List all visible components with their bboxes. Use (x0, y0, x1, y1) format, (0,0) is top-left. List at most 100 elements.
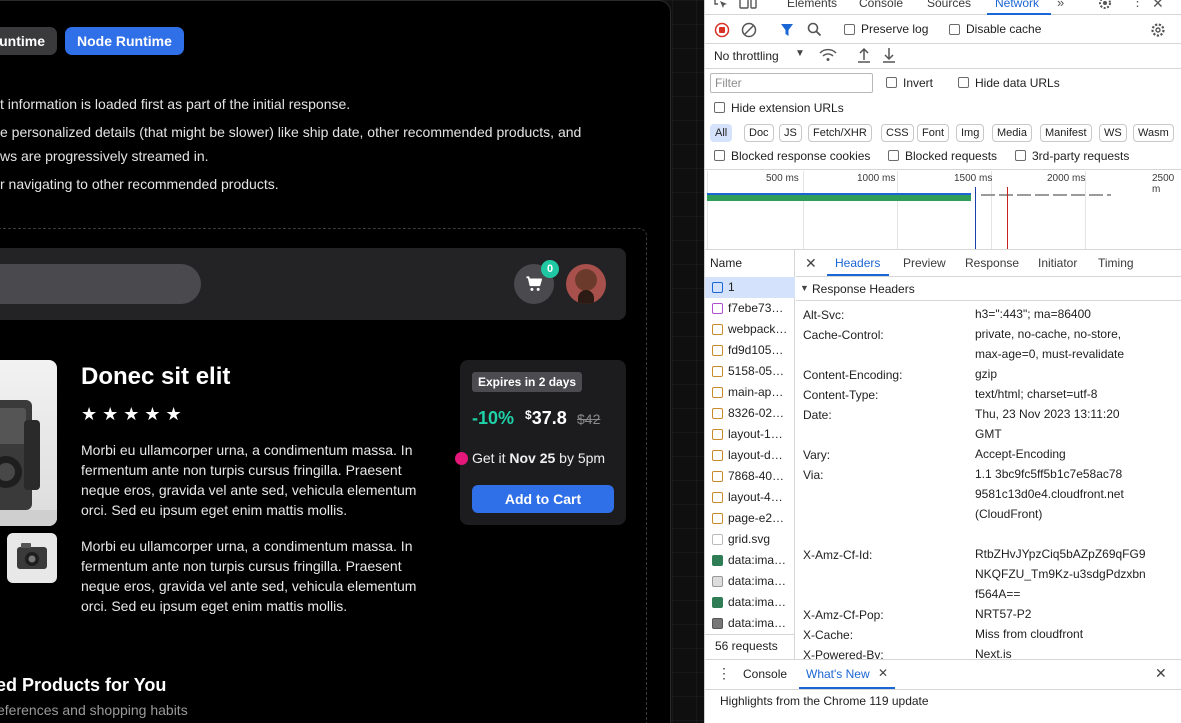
close-drawer-icon[interactable]: ✕ (1155, 665, 1167, 682)
hide-extension-urls-checkbox[interactable] (714, 102, 725, 113)
chip-ws[interactable]: WS (1099, 124, 1127, 142)
chevron-down-icon[interactable]: ▼ (795, 48, 805, 59)
preserve-log-checkbox[interactable] (844, 24, 855, 35)
request-row[interactable]: 5158-05… (705, 361, 795, 382)
whats-new-message: Highlights from the Chrome 119 update (720, 694, 929, 708)
inspect-element-icon[interactable] (713, 0, 729, 10)
invert-checkbox[interactable] (886, 77, 897, 88)
bullet-text: e personalized details (that might be sl… (0, 124, 582, 140)
script-file-icon (712, 450, 723, 461)
blocked-cookies-checkbox[interactable] (714, 150, 725, 161)
script-file-icon (712, 492, 723, 503)
more-tabs-icon[interactable]: » (1057, 0, 1064, 10)
request-name: fd9d105… (728, 343, 784, 357)
tab-elements[interactable]: Elements (787, 0, 837, 10)
request-name: data:ima… (728, 574, 787, 588)
tab-initiator[interactable]: Initiator (1038, 256, 1077, 270)
request-row[interactable]: main-ap… (705, 382, 795, 403)
request-row[interactable]: webpack… (705, 319, 795, 340)
tab-headers[interactable]: Headers (835, 256, 880, 270)
response-headers-section[interactable]: Response Headers (812, 282, 915, 296)
script-file-icon (712, 366, 723, 377)
camera-thumbnail-image (17, 543, 47, 569)
device-toolbar-icon[interactable] (739, 0, 757, 10)
chip-media[interactable]: Media (992, 124, 1032, 142)
section-toggle-icon[interactable]: ▼ (800, 283, 809, 293)
third-party-checkbox[interactable] (1015, 150, 1026, 161)
script-file-icon (712, 408, 723, 419)
network-conditions-icon[interactable] (819, 47, 837, 63)
request-row[interactable]: data:ima… (705, 550, 795, 571)
tab-timing[interactable]: Timing (1098, 256, 1134, 270)
add-to-cart-button[interactable]: Add to Cart (472, 485, 614, 513)
filter-funnel-icon[interactable] (780, 23, 794, 37)
request-row[interactable]: layout-d… (705, 445, 795, 466)
search-input[interactable] (0, 264, 201, 304)
request-row[interactable]: 8326-02… (705, 403, 795, 424)
chip-css[interactable]: CSS (881, 124, 914, 142)
drawer-tab-console[interactable]: Console (743, 667, 787, 681)
record-stop-icon[interactable] (714, 22, 730, 38)
more-options-icon[interactable]: ⋮ (1131, 0, 1144, 10)
tab-response[interactable]: Response (965, 256, 1019, 270)
throttling-select[interactable]: No throttling (714, 49, 779, 63)
request-row[interactable]: 7868-40… (705, 466, 795, 487)
search-icon[interactable] (807, 22, 822, 37)
chip-all[interactable]: All (710, 124, 733, 142)
tab-network[interactable]: Network (995, 0, 1039, 10)
request-row[interactable]: page-e2… (705, 508, 795, 529)
request-row[interactable]: layout-4… (705, 487, 795, 508)
node-runtime-button[interactable]: Node Runtime (65, 27, 184, 55)
status-divider (705, 634, 795, 635)
request-row[interactable]: 1 (705, 277, 795, 298)
product-description: Morbi eu ullamcorper urna, a condimentum… (81, 538, 417, 614)
request-row[interactable]: data:ima… (705, 592, 795, 613)
tab-preview[interactable]: Preview (903, 256, 946, 270)
filter-input[interactable]: Filter (710, 73, 873, 93)
chip-wasm[interactable]: Wasm (1133, 124, 1174, 142)
tab-console[interactable]: Console (859, 0, 903, 10)
chip-img[interactable]: Img (956, 124, 985, 142)
user-avatar[interactable] (566, 264, 606, 304)
close-devtools-icon[interactable]: ✕ (1152, 0, 1164, 12)
toolbar-divider (705, 43, 1181, 44)
export-har-icon[interactable] (882, 47, 896, 63)
chip-fetch-xhr[interactable]: Fetch/XHR (808, 124, 872, 142)
timeline-gridline (803, 171, 804, 249)
request-row[interactable]: data:ima… (705, 571, 795, 592)
hide-data-urls-checkbox[interactable] (958, 77, 969, 88)
drawer-menu-icon[interactable]: ⋮ (717, 665, 731, 682)
request-row[interactable]: fd9d105… (705, 340, 795, 361)
request-name: 5158-05… (728, 364, 785, 378)
request-name: layout-d… (728, 448, 783, 462)
request-row[interactable]: data:ima… (705, 613, 795, 634)
timeline-tick: 1000 ms (857, 173, 896, 184)
chip-js[interactable]: JS (779, 124, 802, 142)
drawer-tab-whats-new[interactable]: What's New (806, 667, 870, 681)
timeline-gridline (897, 171, 898, 249)
blocked-requests-checkbox[interactable] (888, 150, 899, 161)
settings-gear-icon[interactable] (1098, 0, 1112, 10)
request-name: grid.svg (728, 532, 771, 546)
delivery-date: Nov 25 (509, 450, 556, 466)
tab-sources[interactable]: Sources (927, 0, 971, 10)
network-settings-gear-icon[interactable] (1150, 22, 1166, 38)
devtools-panel: Elements Console Sources Network » ⋮ ✕ P… (704, 0, 1181, 723)
request-row[interactable]: f7ebe73… (705, 298, 795, 319)
disable-cache-checkbox[interactable] (949, 24, 960, 35)
chip-doc[interactable]: Doc (744, 124, 774, 142)
product-thumbnail[interactable] (7, 533, 57, 583)
chip-font[interactable]: Font (917, 124, 950, 142)
request-row[interactable]: grid.svg (705, 529, 795, 550)
image-file-icon (712, 576, 723, 587)
import-har-icon[interactable] (857, 47, 871, 63)
third-party-label: 3rd-party requests (1032, 149, 1130, 163)
clear-icon[interactable] (741, 22, 757, 38)
request-row[interactable]: layout-1… (705, 424, 795, 445)
chip-manifest[interactable]: Manifest (1040, 124, 1092, 142)
close-tab-icon[interactable]: ✕ (878, 666, 888, 680)
close-detail-icon[interactable]: ✕ (805, 255, 817, 272)
edge-runtime-button[interactable]: untime (0, 27, 57, 55)
request-name: layout-4… (728, 490, 783, 504)
toolbar-divider (705, 68, 1181, 69)
